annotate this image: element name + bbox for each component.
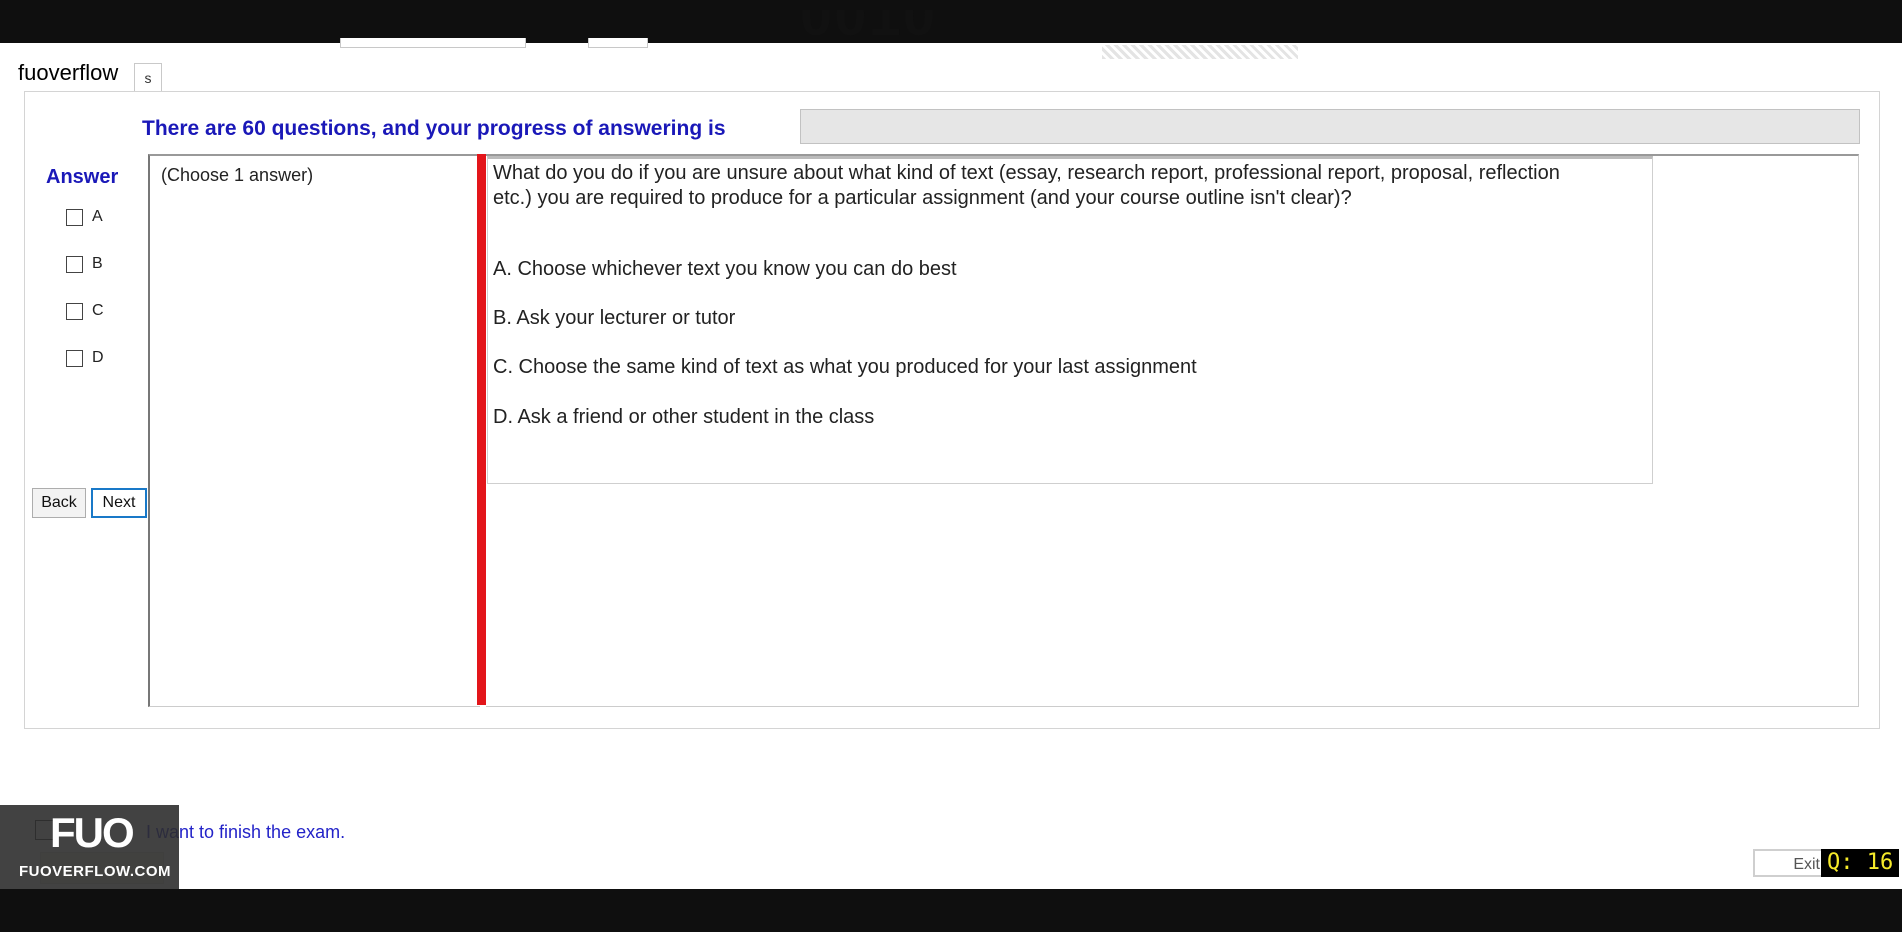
pane-splitter[interactable] xyxy=(477,154,486,705)
checkbox-b[interactable] xyxy=(66,255,83,273)
watermark-label: fuoverflow xyxy=(18,60,119,85)
question-option-c: C. Choose the same kind of text as what … xyxy=(493,356,1197,378)
answer-title: Answer xyxy=(46,166,119,188)
question-text: What do you do if you are unsure about w… xyxy=(493,162,1560,209)
bottom-black-bar xyxy=(0,889,1902,932)
question-option-b: B. Ask your lecturer or tutor xyxy=(493,307,736,329)
question-counter: Q: 16 xyxy=(1821,849,1900,877)
answer-option-label: B xyxy=(92,255,103,272)
answer-option-label: A xyxy=(92,208,103,225)
answer-option-b[interactable]: B xyxy=(66,255,103,273)
progress-label: There are 60 questions, and your progres… xyxy=(142,117,726,140)
exit-button[interactable]: Exit xyxy=(1753,849,1826,877)
question-option-d: D. Ask a friend or other student in the … xyxy=(493,406,875,428)
answer-option-d[interactable]: D xyxy=(66,349,104,367)
fuoverflow-logo: FUO FUOVERFLOW.COM xyxy=(0,805,179,889)
progress-bar xyxy=(800,109,1860,144)
top-dropdown[interactable] xyxy=(340,38,526,48)
back-button[interactable]: Back xyxy=(32,488,86,518)
checkbox-c[interactable] xyxy=(66,302,83,320)
checkbox-d[interactable] xyxy=(66,349,83,367)
question-option-a: A. Choose whichever text you know you ca… xyxy=(493,258,957,280)
instruction-pane xyxy=(148,154,480,707)
checkered-placeholder xyxy=(1102,45,1298,59)
checkbox-a[interactable] xyxy=(66,208,83,226)
tab-questions[interactable]: s xyxy=(134,63,162,92)
top-small-box xyxy=(588,38,648,48)
answer-option-label: D xyxy=(92,349,104,366)
instruction-text: (Choose 1 answer) xyxy=(161,165,314,185)
answer-option-c[interactable]: C xyxy=(66,302,104,320)
answer-option-label: C xyxy=(92,302,104,319)
answer-option-a[interactable]: A xyxy=(66,208,103,226)
next-button[interactable]: Next xyxy=(91,488,147,518)
exam-code-header: 0010 1 xyxy=(800,10,938,48)
